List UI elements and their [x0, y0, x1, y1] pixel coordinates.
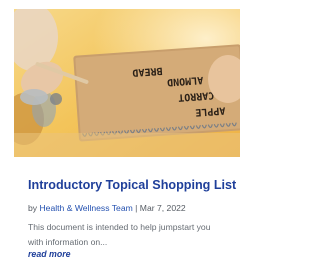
- excerpt-line-1: This document is intended to help jumpst…: [28, 222, 211, 232]
- post-thumbnail[interactable]: APPLE CARROT ALMOND BREAD: [14, 9, 240, 157]
- post-title-link[interactable]: Introductory Topical Shopping List: [28, 176, 240, 194]
- author-link[interactable]: Health & Wellness Team: [39, 203, 132, 213]
- blog-post-card: APPLE CARROT ALMOND BREAD Introductory T…: [0, 0, 240, 268]
- handwritten-line: APPLE: [195, 104, 226, 117]
- post-date: Mar 7, 2022: [139, 203, 186, 213]
- post-excerpt: This document is intended to help jumpst…: [28, 220, 240, 249]
- read-more-link[interactable]: read more: [28, 249, 71, 259]
- shopping-list-photo: APPLE CARROT ALMOND BREAD: [14, 9, 240, 157]
- byline-label: by: [28, 203, 38, 213]
- post-meta: by Health & Wellness Team | Mar 7, 2022: [28, 202, 240, 214]
- excerpt-line-2: with information on...: [28, 236, 108, 247]
- meta-separator: |: [135, 203, 138, 213]
- handwritten-line: BREAD: [132, 65, 163, 78]
